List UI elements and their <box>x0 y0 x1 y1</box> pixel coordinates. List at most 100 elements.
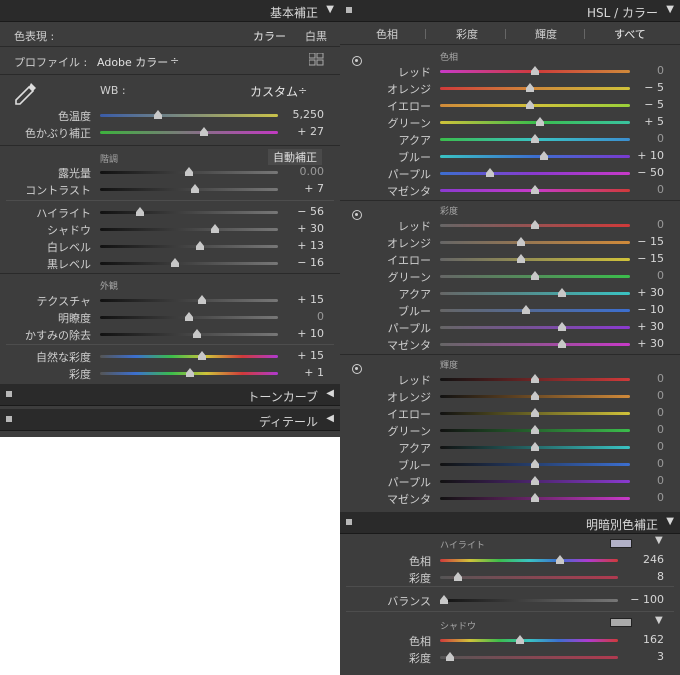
texture-slider[interactable] <box>100 295 278 304</box>
texture-value[interactable]: + 15 <box>297 293 324 306</box>
collapse-triangle-icon[interactable]: ▼ <box>326 4 334 15</box>
lum-orange-slider[interactable] <box>440 391 630 400</box>
lum-yellow-slider[interactable] <box>440 408 630 417</box>
split-toning-header[interactable]: 明暗別色補正 ▼ <box>340 512 680 534</box>
collapse-triangle-icon[interactable]: ▼ <box>666 516 674 527</box>
tab-hue[interactable]: 色相 <box>376 26 398 42</box>
slider-knob[interactable] <box>526 100 534 109</box>
hue-magenta-value[interactable]: 0 <box>657 183 664 196</box>
tab-saturation[interactable]: 彩度 <box>456 26 478 42</box>
shadow-color-swatch[interactable] <box>610 618 632 627</box>
lum-red-slider[interactable] <box>440 374 630 383</box>
hue-purple-value[interactable]: − 50 <box>637 166 664 179</box>
slider-knob[interactable] <box>558 322 566 331</box>
hue-aqua-value[interactable]: 0 <box>657 132 664 145</box>
vibrance-slider[interactable] <box>100 351 278 360</box>
exposure-value[interactable]: 0.00 <box>300 165 325 178</box>
sat-yellow-slider[interactable] <box>440 254 630 263</box>
basic-panel-header[interactable]: 基本補正 ▼ <box>0 0 340 22</box>
hue-yellow-value[interactable]: − 5 <box>644 98 664 111</box>
hue-green-value[interactable]: + 5 <box>644 115 664 128</box>
split-sh-hue-value[interactable]: 162 <box>643 633 664 646</box>
lum-green-slider[interactable] <box>440 425 630 434</box>
sat-orange-slider[interactable] <box>440 237 630 246</box>
profile-dropdown-arrows[interactable]: ÷ <box>170 54 179 67</box>
saturation-value[interactable]: + 1 <box>304 366 324 379</box>
hue-magenta-slider[interactable] <box>440 185 630 194</box>
lum-orange-value[interactable]: 0 <box>657 389 664 402</box>
dehaze-value[interactable]: + 10 <box>297 327 324 340</box>
highlight-swatch-menu-icon[interactable]: ▼ <box>655 535 663 546</box>
split-sh-sat-slider[interactable] <box>440 652 618 661</box>
collapse-triangle-icon[interactable]: ▼ <box>666 4 674 15</box>
detail-header[interactable]: ディテール ◀ <box>0 409 340 431</box>
tone-curve-header[interactable]: トーンカーブ ◀ <box>0 384 340 406</box>
hue-green-slider[interactable] <box>440 117 630 126</box>
panel-switch-icon[interactable] <box>346 519 352 525</box>
slider-knob[interactable] <box>531 391 539 400</box>
split-hl-hue-value[interactable]: 246 <box>643 553 664 566</box>
lum-red-value[interactable]: 0 <box>657 372 664 385</box>
saturation-target-adjust-icon[interactable] <box>352 210 362 220</box>
wb-eyedropper-icon[interactable] <box>12 80 40 108</box>
clarity-slider[interactable] <box>100 312 278 321</box>
tab-luminance[interactable]: 輝度 <box>535 26 557 42</box>
slider-knob[interactable] <box>540 151 548 160</box>
vibrance-value[interactable]: + 15 <box>297 349 324 362</box>
highlight-color-swatch[interactable] <box>610 539 632 548</box>
slider-knob[interactable] <box>531 493 539 502</box>
slider-knob[interactable] <box>558 339 566 348</box>
slider-knob[interactable] <box>531 408 539 417</box>
expand-triangle-icon[interactable]: ◀ <box>326 413 334 424</box>
hue-red-value[interactable]: 0 <box>657 64 664 77</box>
split-hl-hue-slider[interactable] <box>440 555 618 564</box>
panel-switch-icon[interactable] <box>6 416 12 422</box>
temp-value[interactable]: 5,250 <box>293 108 325 121</box>
panel-switch-icon[interactable] <box>6 391 12 397</box>
sat-purple-value[interactable]: + 30 <box>637 320 664 333</box>
hue-red-slider[interactable] <box>440 66 630 75</box>
split-sh-sat-value[interactable]: 3 <box>657 650 664 663</box>
sat-magenta-value[interactable]: + 30 <box>637 337 664 350</box>
hue-orange-value[interactable]: − 5 <box>644 81 664 94</box>
hsl-panel-header[interactable]: HSL / カラー ▼ <box>340 0 680 22</box>
highlights-slider[interactable] <box>100 207 278 216</box>
slider-knob[interactable] <box>531 185 539 194</box>
expand-triangle-icon[interactable]: ◀ <box>326 388 334 399</box>
contrast-value[interactable]: + 7 <box>304 182 324 195</box>
sat-magenta-slider[interactable] <box>440 339 630 348</box>
tint-slider[interactable] <box>100 127 278 136</box>
split-balance-value[interactable]: − 100 <box>630 593 664 606</box>
sat-green-slider[interactable] <box>440 271 630 280</box>
lum-aqua-value[interactable]: 0 <box>657 440 664 453</box>
lum-aqua-slider[interactable] <box>440 442 630 451</box>
shadows-slider[interactable] <box>100 224 278 233</box>
slider-knob[interactable] <box>558 288 566 297</box>
shadow-swatch-menu-icon[interactable]: ▼ <box>655 615 663 626</box>
blacks-value[interactable]: − 16 <box>297 256 324 269</box>
tint-value[interactable]: + 27 <box>297 125 324 138</box>
sat-yellow-value[interactable]: − 15 <box>637 252 664 265</box>
highlights-value[interactable]: − 56 <box>297 205 324 218</box>
whites-value[interactable]: + 13 <box>297 239 324 252</box>
tab-all[interactable]: すべて <box>614 26 646 42</box>
blacks-slider[interactable] <box>100 258 278 267</box>
slider-knob[interactable] <box>522 305 530 314</box>
temp-slider[interactable] <box>100 110 278 119</box>
luminance-target-adjust-icon[interactable] <box>352 364 362 374</box>
lum-purple-value[interactable]: 0 <box>657 474 664 487</box>
slider-knob[interactable] <box>531 220 539 229</box>
hue-yellow-slider[interactable] <box>440 100 630 109</box>
sat-aqua-slider[interactable] <box>440 288 630 297</box>
profile-dropdown[interactable]: Adobe カラー <box>97 54 168 70</box>
slider-knob[interactable] <box>526 83 534 92</box>
sat-purple-slider[interactable] <box>440 322 630 331</box>
hue-aqua-slider[interactable] <box>440 134 630 143</box>
shadows-value[interactable]: + 30 <box>297 222 324 235</box>
panel-switch-icon[interactable] <box>346 7 352 13</box>
slider-knob[interactable] <box>531 271 539 280</box>
split-balance-slider[interactable] <box>440 595 618 604</box>
sat-blue-value[interactable]: − 10 <box>637 303 664 316</box>
hue-blue-value[interactable]: + 10 <box>637 149 664 162</box>
clarity-value[interactable]: 0 <box>317 310 324 323</box>
